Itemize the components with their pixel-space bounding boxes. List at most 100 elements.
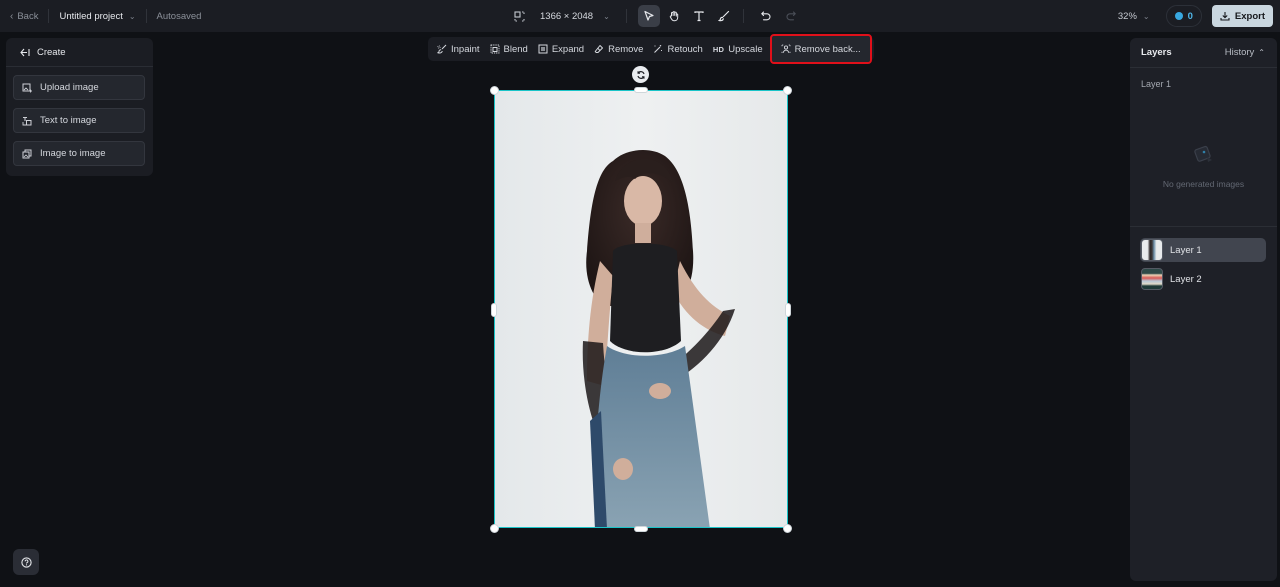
layer-thumbnail (1141, 268, 1163, 290)
inpaint-label: Inpaint (451, 43, 480, 55)
layers-title: Layers (1141, 47, 1172, 58)
history-toggle[interactable]: History ⌃ (1225, 47, 1265, 58)
brush-tool[interactable] (713, 5, 735, 27)
expand-icon (538, 44, 548, 54)
undo-icon (760, 11, 771, 21)
retouch-label: Retouch (667, 43, 703, 55)
layer-thumbnail (1141, 239, 1163, 261)
create-panel-header[interactable]: Create (6, 38, 153, 67)
resize-handle-bottom[interactable] (634, 526, 648, 532)
hd-icon: HD (712, 44, 725, 54)
credits-badge[interactable]: 0 (1165, 5, 1202, 27)
remove-button[interactable]: Remove (589, 38, 648, 60)
chevron-down-icon: ⌄ (603, 11, 610, 21)
canvas-image-layer[interactable] (494, 90, 788, 528)
text-to-image-icon (22, 116, 32, 125)
export-label: Export (1234, 10, 1265, 22)
resize-handle-left[interactable] (491, 303, 497, 317)
inpaint-button[interactable]: Inpaint (432, 38, 485, 60)
zoom-level: 32% (1117, 10, 1137, 22)
upload-image-button[interactable]: Upload image (13, 75, 145, 100)
zoom-level-dropdown[interactable]: 32% ⌄ (1118, 11, 1150, 22)
canvas-size-dropdown[interactable]: 1366 × 2048 ⌄ (512, 9, 610, 23)
credit-coin-icon (1174, 12, 1183, 20)
project-title-dropdown[interactable]: Untitled project ⌄ (59, 11, 135, 22)
collapse-left-icon (20, 48, 30, 56)
canvas-size: 1366 × 2048 (540, 10, 594, 22)
upscale-button[interactable]: HD Upscale (708, 38, 768, 60)
divider (742, 9, 744, 23)
top-bar-left: ‹ Back Untitled project ⌄ Autosaved (10, 0, 201, 32)
credits-count: 0 (1187, 10, 1193, 22)
expand-label: Expand (551, 43, 585, 55)
resize-handle-bottom-right[interactable] (783, 524, 792, 533)
image-to-image-button[interactable]: Image to image (13, 141, 145, 166)
inpaint-icon (437, 44, 447, 54)
brush-icon (717, 10, 729, 22)
cursor-arrow-icon (644, 10, 654, 21)
layer-item-1[interactable]: Layer 1 (1140, 238, 1266, 262)
blend-label: Blend (503, 43, 528, 55)
resize-handle-top-right[interactable] (783, 86, 792, 95)
export-button[interactable]: Export (1211, 5, 1273, 27)
blend-button[interactable]: Blend (485, 38, 533, 60)
text-icon (694, 11, 704, 22)
magic-wand-icon (654, 45, 663, 53)
redo-button[interactable] (780, 5, 802, 27)
create-panel: Create Upload image Text to image Image … (6, 38, 153, 176)
empty-image-icon (1194, 145, 1212, 162)
layer-name: Layer 1 (1170, 244, 1202, 256)
undo-button[interactable] (755, 5, 777, 27)
resize-handle-top-left[interactable] (490, 86, 499, 95)
chevron-up-icon: ⌃ (1258, 48, 1265, 57)
back-label: Back (17, 10, 39, 22)
rotate-handle[interactable] (632, 66, 649, 83)
hand-tool[interactable] (663, 5, 685, 27)
resize-icon (512, 9, 526, 23)
redo-icon (786, 11, 796, 21)
create-panel-title: Create (37, 46, 66, 58)
resize-handle-bottom-left[interactable] (490, 524, 499, 533)
remove-background-button[interactable]: Remove back... (769, 34, 872, 64)
chevron-left-icon: ‹ (10, 10, 14, 22)
divider (1130, 226, 1277, 227)
resize-handle-top[interactable] (634, 87, 648, 93)
layer-item-2[interactable]: Layer 2 (1140, 267, 1266, 291)
project-title: Untitled project (59, 10, 123, 22)
rotate-icon (636, 70, 645, 79)
image-to-image-icon (22, 149, 32, 158)
retouch-button[interactable]: Retouch (648, 38, 707, 60)
upscale-label: Upscale (728, 43, 763, 55)
hand-icon (669, 11, 679, 22)
current-layer-label: Layer 1 (1141, 79, 1172, 89)
layer-name: Layer 2 (1170, 273, 1202, 285)
upload-image-label: Upload image (40, 82, 99, 93)
download-icon (1220, 12, 1230, 21)
help-button[interactable] (13, 549, 39, 575)
text-tool[interactable] (688, 5, 710, 27)
help-circle-icon (20, 556, 32, 568)
text-to-image-button[interactable]: Text to image (13, 108, 145, 133)
chevron-down-icon: ⌄ (128, 11, 136, 21)
image-to-image-label: Image to image (40, 148, 106, 159)
empty-state-text: No generated images (1162, 179, 1245, 189)
upload-image-icon (22, 83, 32, 92)
remove-background-label: Remove back... (794, 43, 861, 55)
divider (48, 9, 50, 23)
image-action-bar: Inpaint Blend Expand Remove Retouch HD U… (428, 34, 874, 64)
save-status: Autosaved (156, 10, 202, 22)
top-bar-center: 1366 × 2048 ⌄ (512, 0, 802, 32)
resize-handle-right[interactable] (785, 303, 791, 317)
text-to-image-label: Text to image (40, 115, 97, 126)
back-button[interactable]: ‹ Back (10, 11, 38, 22)
divider (625, 9, 627, 23)
photo-subject (582, 149, 735, 527)
history-label: History (1224, 47, 1255, 58)
chevron-down-icon: ⌄ (1142, 11, 1150, 21)
layers-panel-header: Layers History ⌃ (1130, 38, 1277, 68)
blend-icon (490, 44, 499, 54)
divider (145, 9, 147, 23)
eraser-icon (594, 45, 604, 53)
expand-button[interactable]: Expand (533, 38, 589, 60)
select-tool[interactable] (637, 5, 660, 27)
